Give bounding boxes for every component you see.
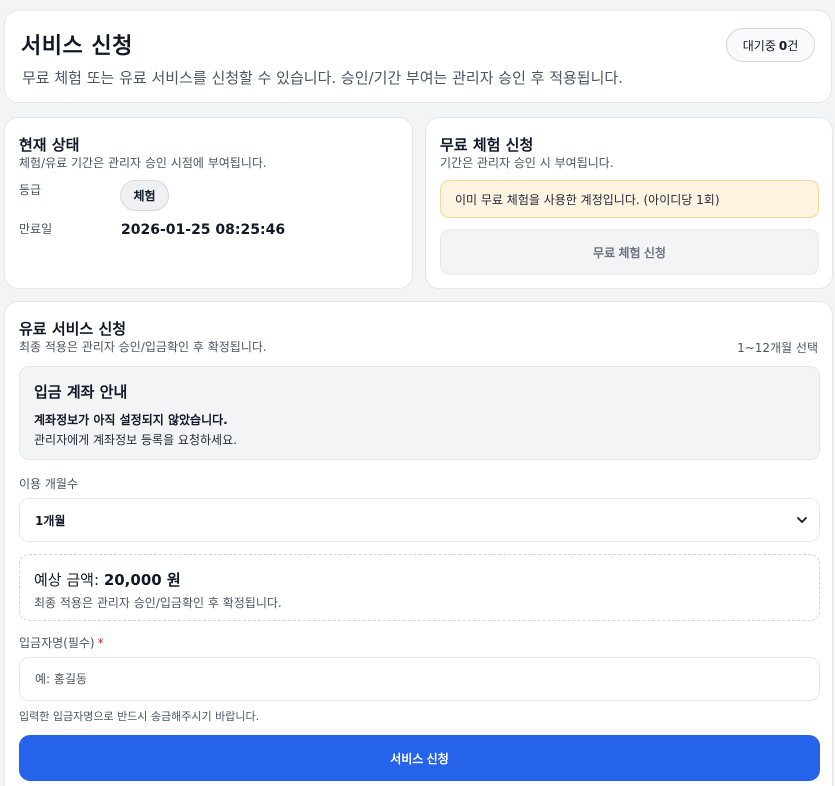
header-card: 서비스 신청 무료 체험 또는 유료 서비스를 신청할 수 있습니다. 승인/기… xyxy=(4,10,832,103)
expiry-value: 2026-01-25 08:25:46 xyxy=(121,222,286,238)
service-apply-button[interactable]: 서비스 신청 xyxy=(19,735,820,781)
pending-count: 0 xyxy=(778,38,788,53)
estimate-note: 최종 적용은 관리자 승인/입금확인 후 확정됩니다. xyxy=(34,596,282,610)
status-title: 현재 상태 xyxy=(19,136,80,154)
estimate-amount: 예상 금액: 20,000 원 xyxy=(34,569,181,590)
depositor-help-text: 입력한 입금자명으로 반드시 송금해주시기 바랍니다. xyxy=(19,710,260,723)
depositor-label-text: 입금자명(필수) xyxy=(19,636,95,650)
estimate-box: 예상 금액: 20,000 원 최종 적용은 관리자 승인/입금확인 후 확정됩… xyxy=(19,554,820,621)
months-select[interactable]: 1개월 xyxy=(19,498,820,542)
paid-service-card: 유료 서비스 신청 최종 적용은 관리자 승인/입금확인 후 확정됩니다. 1~… xyxy=(4,301,833,786)
trial-description: 기간은 관리자 승인 시 부여됩니다. xyxy=(440,156,614,170)
grade-label: 등급 xyxy=(19,183,42,197)
grade-badge: 체험 xyxy=(120,180,169,211)
paid-description: 최종 적용은 관리자 승인/입금확인 후 확정됩니다. xyxy=(19,340,267,354)
pending-badge: 대기중 0건 xyxy=(726,28,815,62)
trial-apply-button[interactable]: 무료 체험 신청 xyxy=(440,229,819,275)
status-card: 현재 상태 체험/유료 기간은 관리자 승인 시점에 부여됩니다. 등급 체험 … xyxy=(4,117,413,289)
months-selected-value: 1개월 xyxy=(35,513,66,528)
trial-title: 무료 체험 신청 xyxy=(440,136,534,154)
paid-title: 유료 서비스 신청 xyxy=(19,320,127,338)
expiry-label: 만료일 xyxy=(19,222,53,236)
months-label: 이용 개월수 xyxy=(19,477,79,491)
depositor-name-input[interactable] xyxy=(19,657,820,701)
required-mark: * xyxy=(97,636,104,650)
deposit-account-title: 입금 계좌 안내 xyxy=(34,383,128,401)
month-range-hint: 1~12개월 선택 xyxy=(737,341,818,355)
pending-unit: 건 xyxy=(787,38,799,53)
deposit-account-warning: 계좌정보가 아직 설정되지 않았습니다. xyxy=(34,413,228,427)
trial-used-notice: 이미 무료 체험을 사용한 계정입니다. (아이디당 1회) xyxy=(440,180,819,218)
chevron-down-icon xyxy=(797,517,807,523)
deposit-account-instruction: 관리자에게 계좌정보 등록을 요청하세요. xyxy=(34,433,237,447)
trial-card: 무료 체험 신청 기간은 관리자 승인 시 부여됩니다. 이미 무료 체험을 사… xyxy=(425,117,833,289)
deposit-account-box: 입금 계좌 안내 계좌정보가 아직 설정되지 않았습니다. 관리자에게 계좌정보… xyxy=(19,366,820,460)
estimate-value: 20,000 원 xyxy=(103,571,181,589)
estimate-label: 예상 금액: xyxy=(34,571,100,589)
page-title: 서비스 신청 xyxy=(21,34,133,59)
status-description: 체험/유료 기간은 관리자 승인 시점에 부여됩니다. xyxy=(19,156,267,170)
depositor-label: 입금자명(필수) * xyxy=(19,634,104,651)
page-subtitle: 무료 체험 또는 유료 서비스를 신청할 수 있습니다. 승인/기간 부여는 관… xyxy=(22,69,623,87)
pending-label: 대기중 xyxy=(742,38,776,53)
